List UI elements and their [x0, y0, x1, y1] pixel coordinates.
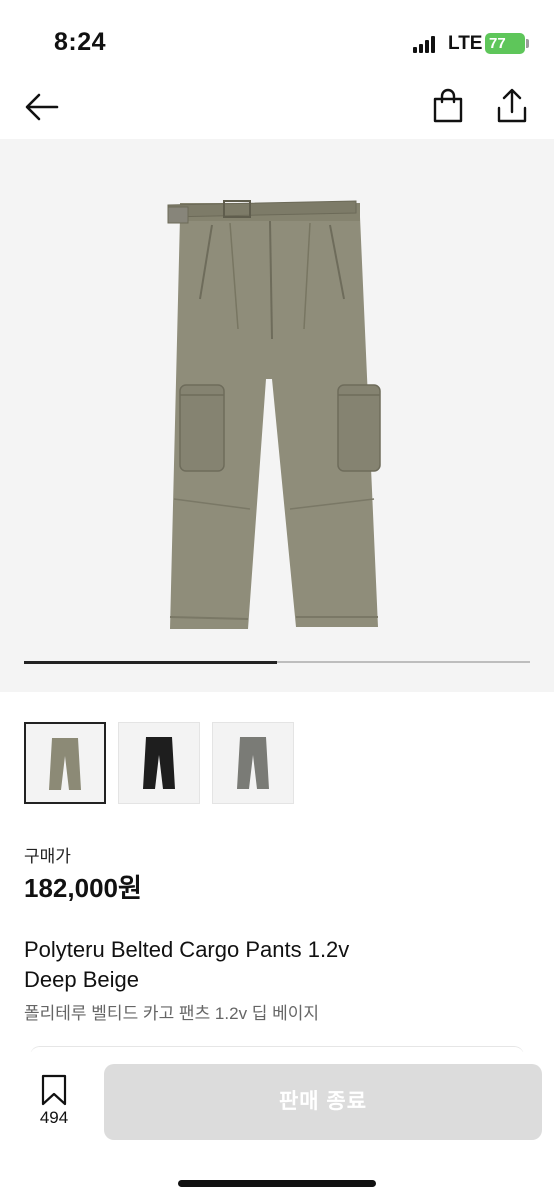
product-title-ko: 폴리테루 벨티드 카고 팬츠 1.2v 딥 베이지: [24, 1004, 320, 1023]
thumbnail-pants-icon: [143, 737, 175, 789]
network-type: LTE: [448, 33, 483, 54]
status-bar: 8:24 LTE 77: [0, 0, 554, 80]
thumbnail-pants-icon: [49, 738, 81, 790]
product-title-en: Polyteru Belted Cargo Pants 1.2v Deep Be…: [24, 935, 524, 995]
product-title-en-line2: Deep Beige: [24, 967, 139, 992]
status-time: 8:24: [54, 28, 107, 56]
shopping-bag-icon[interactable]: [431, 88, 465, 124]
product-title-en-line1: Polyteru Belted Cargo Pants 1.2v: [24, 937, 350, 962]
battery-icon: 77: [485, 33, 525, 54]
nav-bar: [0, 80, 554, 138]
thumbnail-pants-icon: [237, 737, 269, 789]
share-icon[interactable]: [496, 88, 528, 124]
image-progress-fill: [24, 660, 277, 664]
sold-out-button[interactable]: 판매 종료: [104, 1064, 542, 1140]
signal-icon: [413, 36, 439, 53]
bookmark-button[interactable]: 494: [32, 1074, 76, 1130]
product-image-carousel[interactable]: [0, 139, 554, 692]
bottom-action-bar: 494 판매 종료: [0, 1052, 554, 1200]
image-progress-track: [24, 660, 530, 664]
price-label: 구매가: [24, 847, 71, 866]
battery-level: 77: [489, 35, 506, 52]
bookmark-count: 494: [39, 1108, 69, 1127]
price-value: 182,000원: [24, 873, 142, 903]
bookmark-icon: [41, 1074, 67, 1106]
battery-tip: [526, 39, 529, 48]
product-image-cargo-pants: [167, 200, 381, 629]
thumbnail-black[interactable]: [118, 722, 200, 804]
arrow-left-icon[interactable]: [24, 92, 60, 122]
home-indicator: [178, 1180, 376, 1187]
thumbnail-grey[interactable]: [212, 722, 294, 804]
thumbnail-deep-beige[interactable]: [24, 722, 106, 804]
